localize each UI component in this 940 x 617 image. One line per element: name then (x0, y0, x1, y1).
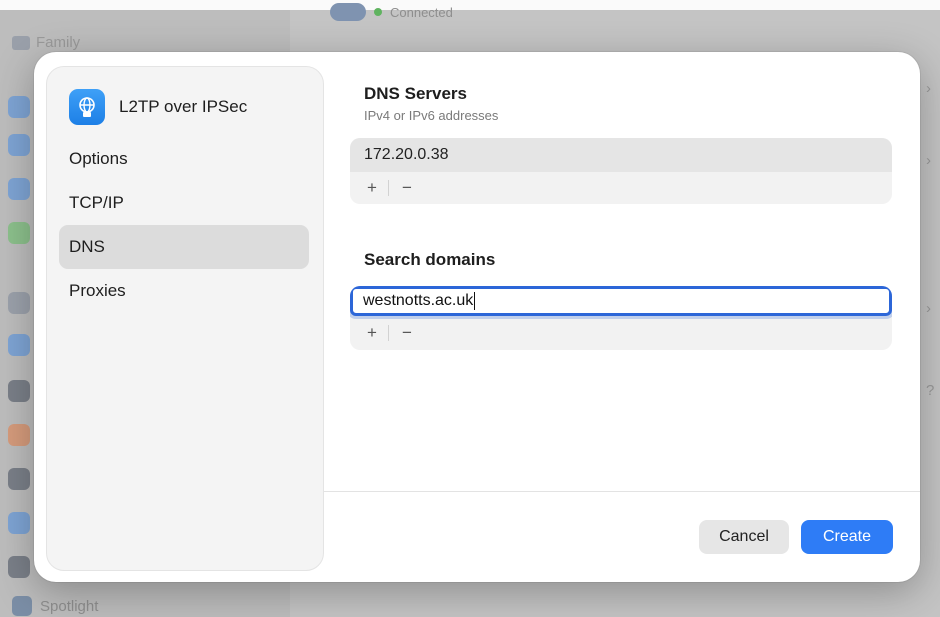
toolbar-divider (388, 325, 389, 341)
dns-server-value: 172.20.0.38 (364, 146, 449, 163)
sidebar-item-dns[interactable]: DNS (59, 225, 309, 269)
siri-icon (8, 424, 30, 446)
dns-servers-title: DNS Servers (364, 84, 468, 103)
sidebar-item-tcpip[interactable]: TCP/IP (59, 181, 309, 225)
background-spotlight-label: Spotlight (40, 597, 99, 615)
family-icon (12, 35, 30, 50)
dns-servers-toolbar: + − (350, 172, 892, 204)
search-domains-title: Search domains (364, 250, 496, 269)
general-icon (8, 292, 30, 314)
dns-settings-panel: DNS Servers IPv4 or IPv6 addresses 172.2… (350, 52, 920, 492)
help-icon: ? (926, 382, 935, 399)
chevron-right-icon: › (926, 80, 931, 97)
sidebar-item-label: Proxies (69, 281, 126, 300)
vpn-type-title: L2TP over IPSec (119, 97, 248, 116)
spotlight-icon (12, 596, 32, 616)
search-domain-value: westnotts.ac.uk (363, 292, 474, 309)
sidebar-item-options[interactable]: Options (59, 137, 309, 181)
create-button[interactable]: Create (801, 520, 893, 554)
dns-servers-subtitle: IPv4 or IPv6 addresses (364, 108, 499, 123)
remove-dns-server-button[interactable]: − (397, 178, 417, 198)
sidebar-header: L2TP over IPSec (69, 89, 247, 125)
cancel-button[interactable]: Cancel (699, 520, 789, 554)
add-dns-server-button[interactable]: + (362, 178, 382, 198)
toggle-icon (330, 3, 366, 21)
desktop-icon (8, 468, 30, 490)
screensaver-icon (8, 556, 30, 578)
vpn-config-dialog: L2TP over IPSec Options TCP/IP DNS Proxi… (34, 52, 920, 582)
search-domain-input[interactable]: westnotts.ac.uk (350, 286, 892, 316)
wifi-icon (8, 96, 30, 118)
background-status-label: Connected (390, 4, 453, 20)
background-spotlight-item: Spotlight (12, 596, 98, 616)
network-icon (8, 178, 30, 200)
chevron-right-icon: › (926, 300, 931, 317)
search-domains-list: westnotts.ac.uk + − (350, 286, 892, 350)
background-family-label: Family (36, 34, 81, 51)
background-topbar (0, 0, 940, 10)
displays-icon (8, 512, 30, 534)
dialog-sidebar: L2TP over IPSec Options TCP/IP DNS Proxi… (46, 66, 324, 571)
add-search-domain-button[interactable]: + (362, 323, 382, 343)
background-status: Connected (330, 3, 453, 21)
bluetooth-icon (8, 134, 30, 156)
sidebar-item-label: Options (69, 149, 128, 168)
sidebar-item-proxies[interactable]: Proxies (59, 269, 309, 313)
status-dot-icon (374, 8, 382, 16)
background-family-item: Family (12, 34, 80, 51)
footer-divider (324, 491, 920, 492)
globe-lock-icon (69, 89, 105, 125)
remove-search-domain-button[interactable]: − (397, 323, 417, 343)
control-center-icon (8, 380, 30, 402)
text-caret (474, 292, 476, 310)
sidebar-item-label: DNS (69, 237, 105, 256)
battery-icon (8, 222, 30, 244)
toolbar-divider (388, 180, 389, 196)
accessibility-icon (8, 334, 30, 356)
dns-servers-list: 172.20.0.38 + − (350, 138, 892, 204)
sidebar-item-label: TCP/IP (69, 193, 124, 212)
chevron-right-icon: › (926, 152, 931, 169)
search-domains-toolbar: + − (350, 316, 892, 350)
dns-server-row[interactable]: 172.20.0.38 (350, 138, 892, 172)
